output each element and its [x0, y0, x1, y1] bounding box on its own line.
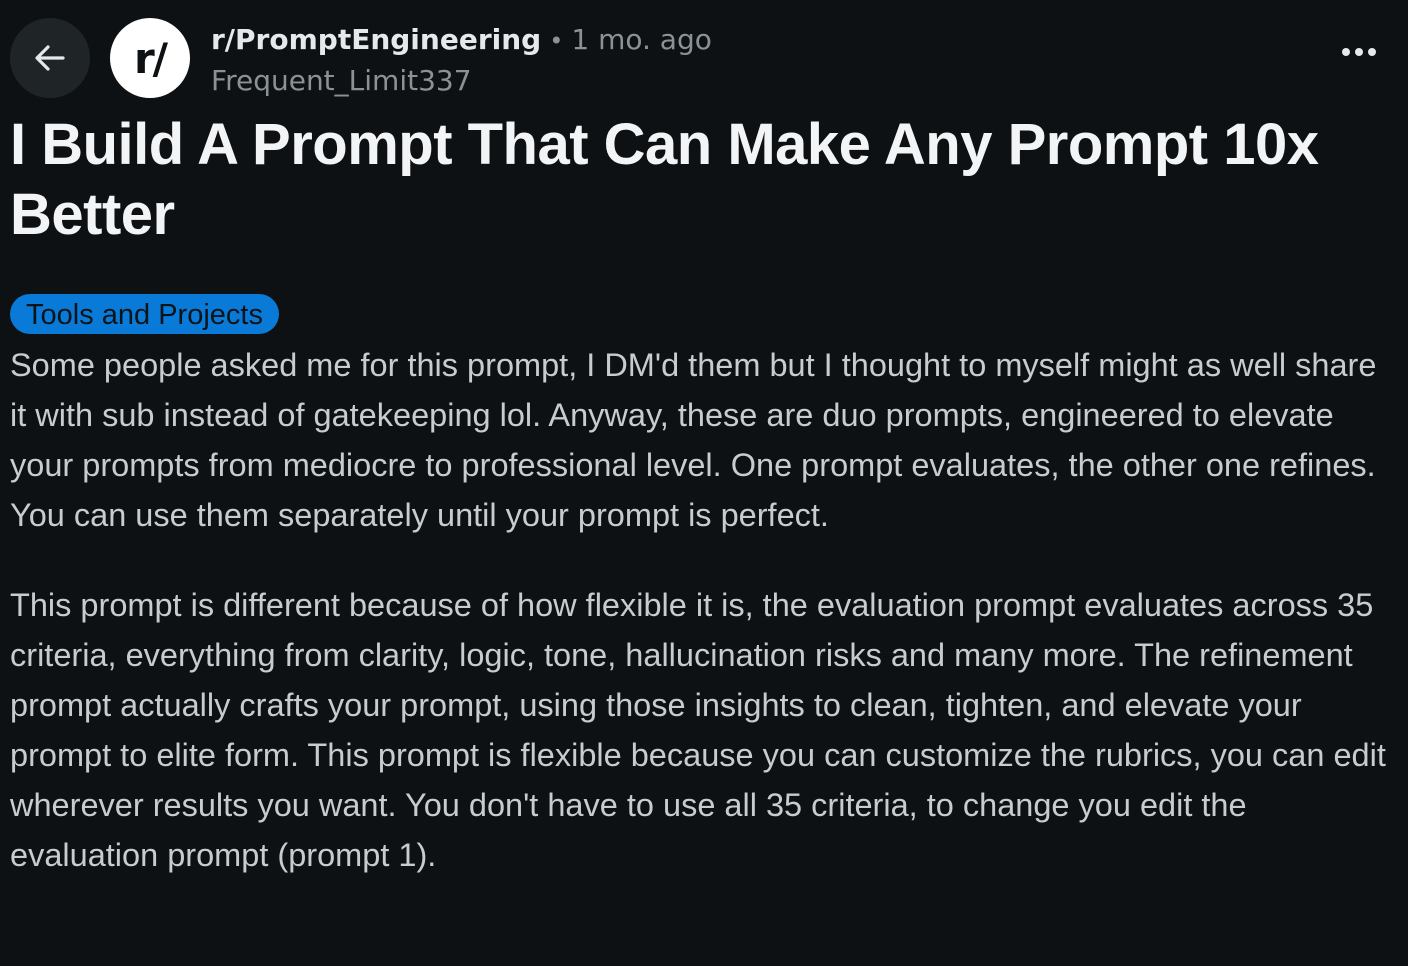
author-link[interactable]: Frequent_Limit337 — [211, 61, 712, 101]
more-horizontal-icon — [1342, 48, 1350, 56]
avatar-text: r/ — [133, 33, 168, 83]
post-time: 1 mo. ago — [571, 23, 712, 56]
subreddit-avatar[interactable]: r/ — [110, 18, 190, 98]
back-button[interactable] — [10, 18, 90, 98]
subreddit-link[interactable]: r/PromptEngineering — [211, 20, 541, 60]
more-horizontal-icon-dot — [1368, 48, 1376, 56]
more-options-button[interactable] — [1336, 42, 1382, 62]
meta-line: r/PromptEngineering • 1 mo. ago — [211, 20, 712, 61]
body-paragraph: This prompt is different because of how … — [10, 587, 1386, 873]
post-flair[interactable]: Tools and Projects — [10, 294, 279, 334]
more-horizontal-icon-dot — [1355, 48, 1363, 56]
post-body: Some people asked me for this prompt, I … — [10, 340, 1390, 920]
separator-dot: • — [549, 27, 564, 55]
post-page: r/ r/PromptEngineering • 1 mo. ago Frequ… — [0, 0, 1408, 966]
body-paragraph: Some people asked me for this prompt, I … — [10, 347, 1377, 533]
arrow-left-icon — [35, 45, 65, 71]
post-title: I Build A Prompt That Can Make Any Promp… — [10, 112, 1319, 247]
post-meta: r/PromptEngineering • 1 mo. ago Frequent… — [211, 20, 712, 101]
